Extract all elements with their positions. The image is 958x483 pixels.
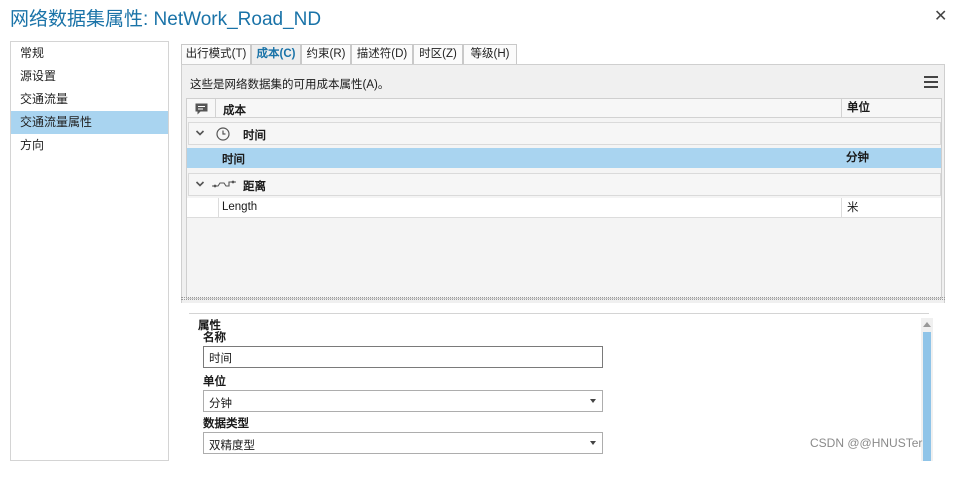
group-label: 距离 — [243, 181, 266, 193]
cost-description: 这些是网络数据集的可用成本属性(A)。 — [190, 79, 390, 91]
properties-group: 属性 名称 时间 单位 分钟 数据类型 双精度型 — [189, 313, 929, 483]
comment-icon — [195, 103, 208, 115]
chevron-down-icon[interactable] — [195, 178, 205, 190]
unit-select[interactable]: 分钟 — [203, 390, 603, 412]
sidebar-item-direction[interactable]: 方向 — [11, 134, 168, 157]
distance-icon — [212, 180, 236, 188]
sidebar-item-travel-flow[interactable]: 交通流量 — [11, 88, 168, 111]
sidebar-item-travel-flow-attributes[interactable]: 交通流量属性 — [11, 111, 168, 134]
row-unit: 米 — [841, 198, 941, 218]
grid-header: 成本 单位 — [187, 99, 941, 118]
column-unit[interactable]: 单位 — [841, 99, 941, 118]
tab-time-zones[interactable]: 时区(Z) — [413, 44, 463, 64]
scroll-thumb[interactable] — [923, 332, 931, 461]
group-distance[interactable]: 距离 — [188, 173, 941, 196]
scroll-up-icon[interactable] — [923, 322, 931, 327]
grid-header-icon-cell — [187, 99, 216, 118]
type-label: 数据类型 — [203, 418, 249, 430]
main-content: 出行模式(T) 成本(C) 约束(R) 描述符(D) 时区(Z) 等级(H) 这… — [177, 41, 949, 473]
cost-grid: 成本 单位 时间 时间 分钟 距离 Length 米 — [186, 98, 942, 299]
row-indent-divider — [218, 198, 219, 218]
name-input[interactable]: 时间 — [203, 346, 603, 368]
clock-icon — [216, 127, 230, 141]
dropdown-arrow-icon — [590, 441, 596, 445]
dropdown-arrow-icon — [590, 399, 596, 403]
tab-travel-modes[interactable]: 出行模式(T) — [181, 44, 251, 64]
window-title: 网络数据集属性: NetWork_Road_ND — [10, 9, 322, 30]
menu-icon[interactable] — [924, 76, 938, 88]
splitter-handle[interactable] — [181, 297, 945, 300]
sidebar-item-general[interactable]: 常规 — [11, 42, 168, 65]
tab-costs[interactable]: 成本(C) — [251, 44, 301, 65]
table-row[interactable]: Length 米 — [187, 198, 941, 218]
column-cost[interactable]: 成本 — [223, 102, 246, 118]
tab-hierarchy[interactable]: 等级(H) — [463, 44, 517, 64]
tab-descriptors[interactable]: 描述符(D) — [351, 44, 413, 64]
unit-select-value: 分钟 — [209, 398, 232, 410]
table-row[interactable]: 时间 分钟 — [187, 148, 941, 168]
row-unit: 分钟 — [846, 152, 869, 164]
tab-restrictions[interactable]: 约束(R) — [301, 44, 351, 64]
unit-label: 单位 — [203, 376, 226, 388]
name-label: 名称 — [203, 332, 226, 344]
data-type-select-value: 双精度型 — [209, 440, 255, 452]
row-name: Length — [222, 201, 258, 213]
sidebar-item-source-settings[interactable]: 源设置 — [11, 65, 168, 88]
group-label: 时间 — [243, 130, 266, 142]
data-type-select[interactable]: 双精度型 — [203, 432, 603, 454]
row-name: 时间 — [222, 154, 245, 166]
sidebar: 常规 源设置 交通流量 交通流量属性 方向 — [10, 41, 169, 461]
watermark: CSDN @@HNUSTer — [810, 436, 923, 450]
group-time[interactable]: 时间 — [188, 122, 941, 145]
properties-scrollbar[interactable] — [921, 318, 933, 461]
close-icon[interactable]: ✕ — [934, 6, 947, 26]
chevron-down-icon[interactable] — [195, 127, 205, 139]
